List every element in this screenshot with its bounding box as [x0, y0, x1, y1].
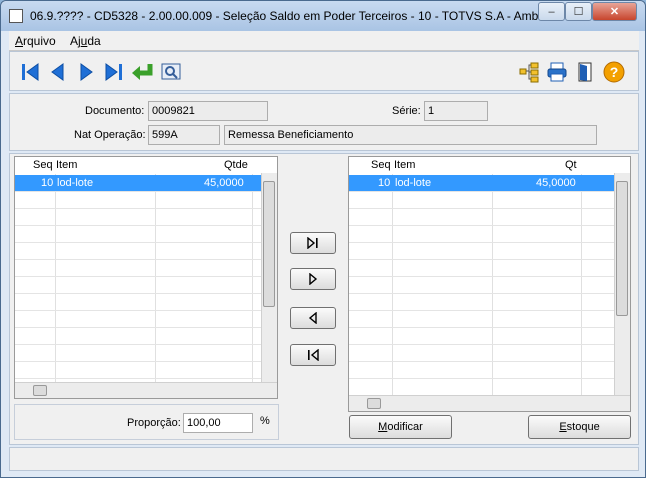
app-window: 06.9.???? - CD5328 - 2.00.00.009 - Seleç… [0, 0, 646, 478]
row-item: lod-lote [57, 177, 94, 189]
remove-all-button[interactable] [290, 344, 336, 366]
available-items-grid[interactable]: Seq Item Qtde 10 lod-lote 45,0000 [14, 156, 278, 399]
svg-text:?: ? [610, 64, 619, 80]
table-row[interactable]: 10 lod-lote 45,0000 [15, 175, 261, 192]
first-record-icon[interactable] [18, 60, 42, 84]
tree-icon[interactable] [517, 60, 541, 84]
col-seq-header[interactable]: Seq [371, 159, 391, 171]
menu-arquivo[interactable]: Arquivo [15, 34, 56, 48]
serie-field[interactable]: 1 [424, 101, 488, 121]
right-hscroll-thumb[interactable] [367, 398, 381, 409]
title-bar: 06.9.???? - CD5328 - 2.00.00.009 - Seleç… [1, 1, 645, 31]
col-qt-header[interactable]: Qt [565, 159, 577, 171]
menu-bar: Arquivo Ajuda [9, 31, 639, 51]
natop-code-field[interactable]: 599A [148, 125, 220, 145]
header-panel: Documento: 0009821 Série: 1 Nat Operação… [9, 93, 639, 151]
status-bar [9, 447, 639, 471]
add-selected-button[interactable] [290, 268, 336, 290]
minimize-button[interactable]: – [538, 2, 565, 21]
proporcao-label: Proporção: [127, 417, 181, 429]
row-qty: 45,0000 [204, 177, 244, 189]
col-seq-header[interactable]: Seq [33, 159, 53, 171]
modificar-button[interactable]: Modificar [349, 415, 452, 439]
left-vscroll-thumb[interactable] [263, 181, 275, 307]
right-vertical-scrollbar[interactable] [614, 173, 630, 395]
remove-selected-button[interactable] [290, 307, 336, 329]
documento-label: Documento: [85, 105, 145, 117]
proporcao-panel: Proporção: 100,00 % [14, 404, 279, 440]
close-button[interactable]: ✕ [592, 2, 637, 21]
table-row[interactable]: 10 lod-lote 45,0000 [349, 175, 614, 192]
row-qty: 45,0000 [536, 177, 576, 189]
col-item-header[interactable]: Item [56, 159, 77, 171]
left-vertical-scrollbar[interactable] [261, 173, 277, 382]
estoque-button[interactable]: Estoque [528, 415, 631, 439]
app-icon [9, 9, 23, 23]
add-all-button[interactable] [290, 232, 336, 254]
window-title: 06.9.???? - CD5328 - 2.00.00.009 - Seleç… [30, 9, 551, 23]
col-qtde-header[interactable]: Qtde [224, 159, 248, 171]
selected-items-grid[interactable]: Seq Item Qt 10 lod-lote 45,0000 [348, 156, 631, 412]
col-item-header[interactable]: Item [394, 159, 415, 171]
natop-label: Nat Operação: [74, 129, 146, 141]
menu-ajuda[interactable]: Ajuda [70, 34, 101, 48]
proporcao-unit: % [260, 415, 270, 427]
toolbar: ? [9, 51, 639, 91]
next-record-icon[interactable] [74, 60, 98, 84]
return-icon[interactable] [130, 60, 154, 84]
natop-desc-field: Remessa Beneficiamento [224, 125, 597, 145]
row-item: lod-lote [395, 177, 432, 189]
serie-label: Série: [392, 105, 421, 117]
right-horizontal-scrollbar[interactable] [349, 395, 630, 411]
right-vscroll-thumb[interactable] [616, 181, 628, 316]
proporcao-input[interactable]: 100,00 [183, 413, 253, 433]
documento-field[interactable]: 0009821 [148, 101, 268, 121]
print-icon[interactable] [545, 60, 569, 84]
left-horizontal-scrollbar[interactable] [15, 382, 277, 398]
row-seq: 10 [41, 177, 54, 189]
exit-icon[interactable] [573, 60, 597, 84]
zoom-icon[interactable] [159, 60, 183, 84]
help-icon[interactable]: ? [602, 60, 626, 84]
last-record-icon[interactable] [102, 60, 126, 84]
row-seq: 10 [378, 177, 391, 189]
left-hscroll-thumb[interactable] [33, 385, 47, 396]
previous-record-icon[interactable] [46, 60, 70, 84]
maximize-button[interactable]: ☐ [565, 2, 592, 21]
